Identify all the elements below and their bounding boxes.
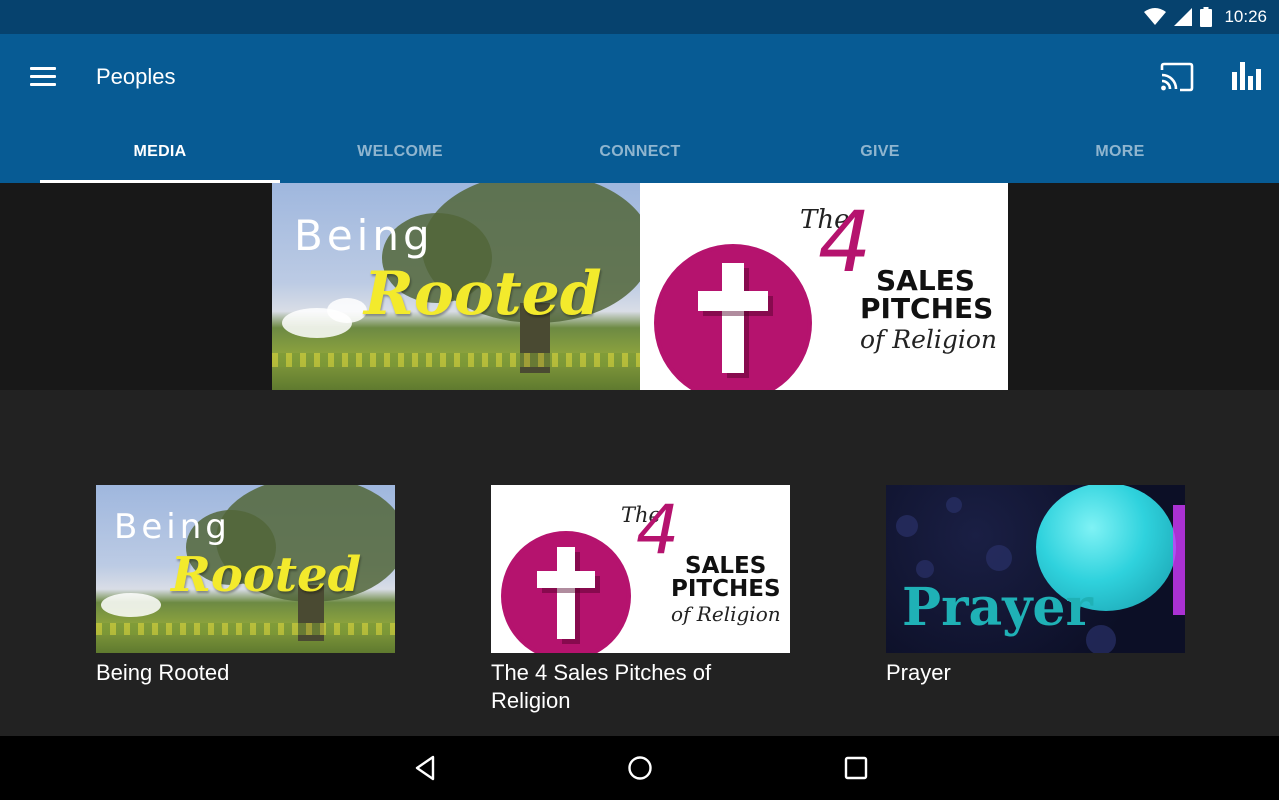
menu-icon[interactable] [30,67,56,87]
thumb-sales-text: SALES [685,553,767,579]
thumb-pitches-text: PITCHES [671,576,781,602]
home-icon[interactable] [626,754,654,782]
app-title: Peoples [96,64,176,89]
tab-give[interactable]: GIVE [760,126,1000,183]
sales-pitches-banner[interactable]: The 4 SALES PITCHES of Religion [640,183,1008,390]
banner-of-religion-text: of Religion [860,325,998,354]
recents-icon[interactable] [842,754,870,782]
status-bar: 10:26 [0,0,1279,34]
sales-pitches-thumbnail[interactable]: The 4 SALES PITCHES of Religion [491,485,790,653]
tab-welcome[interactable]: WELCOME [280,126,520,183]
thumb-rooted-text: Rooted [171,547,362,603]
banner-rooted-text: Rooted [364,259,602,329]
tab-connect[interactable]: CONNECT [520,126,760,183]
banner-four-text: 4 [818,193,872,291]
being-rooted-thumbnail[interactable]: Being Rooted [96,485,395,653]
banner-pitches-text: PITCHES [860,292,994,325]
back-icon[interactable] [411,754,439,782]
tab-bar: MEDIA WELCOME CONNECT GIVE MORE [0,126,1279,183]
media-card-title: The 4 Sales Pitches of Religion [491,660,712,713]
thumb-four-text: 4 [636,491,680,570]
wifi-icon [1144,8,1167,25]
media-card-title: Being Rooted [96,660,230,685]
banner-being-text: Being [294,211,434,260]
media-card-title: Prayer [886,660,951,685]
signal-icon [1174,8,1193,26]
thumb-of-religion-text: of Religion [671,602,781,626]
thumb-being-text: Being [114,507,231,547]
battery-icon [1200,7,1213,27]
media-card-sales-pitches[interactable]: The 4 SALES PITCHES of Religion The 4 Sa… [491,485,790,715]
tab-media[interactable]: MEDIA [40,126,280,183]
thumb-prayer-text: Prayer [902,577,1093,638]
media-card-prayer[interactable]: Prayer Prayer [886,485,1185,687]
banner-sales-text: SALES [876,264,975,297]
prayer-thumbnail[interactable]: Prayer [886,485,1185,653]
being-rooted-banner[interactable]: Being Rooted [272,183,640,390]
tab-more[interactable]: MORE [1000,126,1240,183]
cast-icon[interactable] [1160,62,1194,92]
system-nav-bar [0,736,1279,800]
hero-banner: Being Rooted The 4 SALES PITCHES of Reli… [0,183,1279,390]
bar-chart-icon[interactable] [1230,60,1264,92]
media-list: Being Rooted Being Rooted The 4 SALES PI… [0,390,1279,736]
status-time: 10:26 [1224,7,1267,26]
hero-carousel[interactable]: Being Rooted The 4 SALES PITCHES of Reli… [272,183,1008,390]
status-icons: 10:26 [1144,5,1267,29]
media-card-being-rooted[interactable]: Being Rooted Being Rooted [96,485,395,687]
app-bar: Peoples MEDIA WELCOME CONNECT GIVE MORE [0,34,1279,183]
